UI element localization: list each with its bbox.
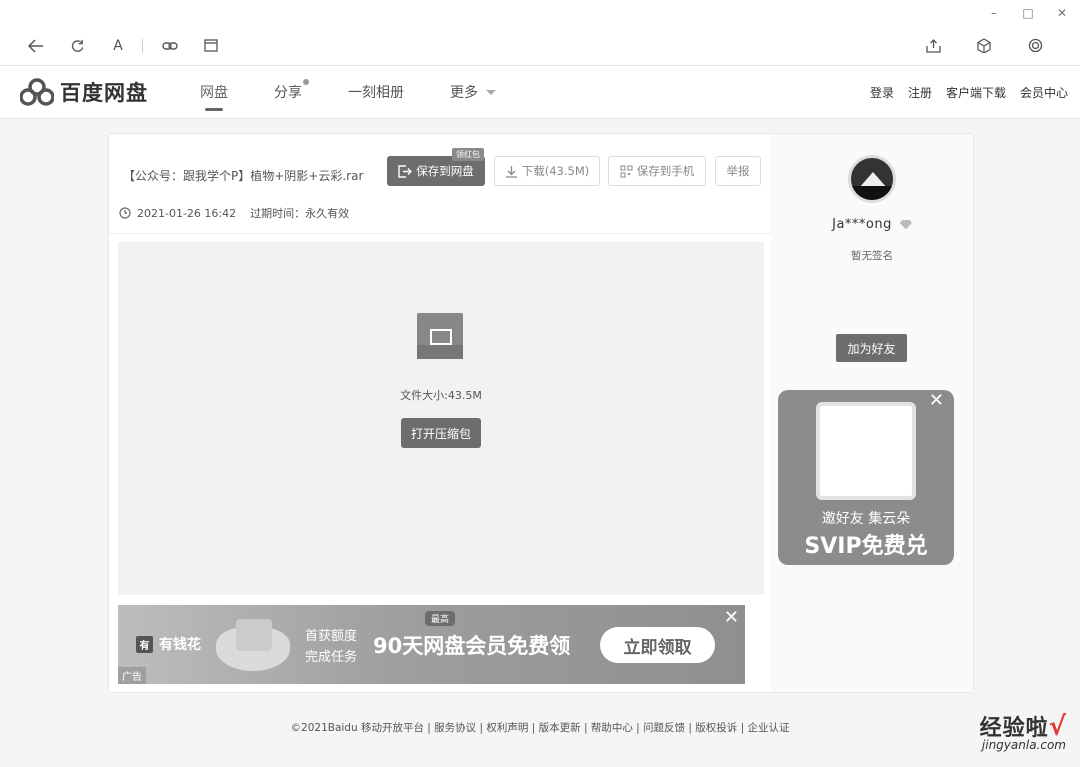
invite-promo[interactable]: 邀好友 集云朵 SVIP免费兑 ✕	[778, 390, 954, 565]
save-to-phone-label: 保存到手机	[636, 164, 695, 178]
watermark-url: jingyanla.com	[981, 738, 1066, 752]
member-center-link[interactable]: 会员中心	[1020, 84, 1068, 101]
save-to-disk-label: 保存到网盘	[416, 164, 474, 178]
close-button[interactable]: ✕	[1056, 6, 1068, 20]
download-button[interactable]: 下载(43.5M)	[494, 156, 600, 186]
ad-brand: 有 有钱花	[136, 634, 201, 654]
ad-illustration	[216, 619, 290, 671]
minimize-button[interactable]: –	[988, 6, 1000, 20]
archive-file-icon	[417, 313, 463, 359]
header-links: 登录 注册 客户端下载 会员中心	[870, 84, 1068, 101]
notification-dot	[303, 78, 309, 85]
clock-icon	[119, 207, 131, 219]
ad-subtitle-line2: 完成任务	[305, 650, 358, 665]
file-meta: 2021-01-26 16:42 过期时间：永久有效	[119, 205, 349, 221]
window-controls: – □ ✕	[0, 0, 1080, 26]
site-header: 百度网盘 网盘 分享 一刻相册 更多 登录 注册 客户端下载 会员中心	[0, 66, 1080, 119]
save-to-disk-button[interactable]: 保存到网盘 领红包	[387, 148, 485, 186]
link-icon[interactable]	[156, 32, 184, 60]
client-download-link[interactable]: 客户端下载	[946, 84, 1006, 101]
window-icon[interactable]	[197, 32, 225, 60]
ad-label: 广告	[118, 667, 146, 684]
vip-diamond-icon	[899, 219, 912, 230]
toolbar-divider	[142, 38, 143, 53]
expire-text: 过期时间：永久有效	[250, 207, 350, 220]
promo-line2: SVIP免费兑	[804, 534, 928, 559]
ad-banner[interactable]: 有 有钱花 首获额度 完成任务 最高 90天网盘会员免费领 立即领取 ✕ 广告	[118, 605, 745, 684]
add-friend-button[interactable]: 加为好友	[836, 334, 907, 362]
file-size: 文件大小:43.5M	[400, 389, 482, 402]
font-size-button[interactable]: A	[104, 32, 132, 60]
save-to-phone-button[interactable]: 保存到手机	[608, 156, 706, 186]
report-button[interactable]: 举报	[715, 156, 761, 186]
nav-item-share-label: 分享	[274, 85, 302, 101]
cloud-logo-icon	[20, 78, 54, 106]
ad-headline: 90天网盘会员免费领	[373, 634, 571, 658]
register-link[interactable]: 注册	[908, 84, 932, 101]
ad-subtitle-line1: 首获额度	[305, 629, 358, 644]
main-nav: 网盘 分享 一刻相册 更多	[200, 66, 542, 119]
maximize-button[interactable]: □	[1022, 6, 1034, 20]
user-sidebar: Ja***ong 暂无签名 加为好友 邀好友 集云朵 SVIP免费兑 ✕	[771, 134, 973, 692]
watermark: 经验啦√ jingyanla.com	[980, 710, 1066, 752]
ad-tag: 最高	[425, 611, 456, 626]
promo-close-icon[interactable]: ✕	[929, 390, 944, 411]
browser-toolbar: A	[0, 26, 1080, 66]
ad-brand-name: 有钱花	[159, 637, 201, 653]
chevron-down-icon	[486, 89, 496, 95]
share-card: 【公众号：跟我学个P】植物+阴影+云彩.rar 2021-01-26 16:42…	[108, 133, 974, 693]
save-icon	[398, 164, 413, 178]
ad-claim-button[interactable]: 立即领取	[600, 627, 715, 663]
nav-item-more-label: 更多	[450, 85, 478, 101]
promo-line1: 邀好友 集云朵	[821, 511, 911, 527]
download-label: 下载(43.5M)	[521, 164, 590, 178]
footer: ©2021Baidu 移动开放平台 | 服务协议 | 权利声明 | 版本更新 |…	[290, 722, 790, 734]
nav-item-share[interactable]: 分享	[274, 66, 309, 119]
open-archive-button[interactable]: 打开压缩包	[401, 418, 481, 448]
back-arrow-icon[interactable]	[22, 32, 50, 60]
qr-code-image	[816, 402, 916, 500]
nav-item-more[interactable]: 更多	[450, 66, 496, 119]
qr-code-icon	[620, 165, 633, 177]
nav-item-album[interactable]: 一刻相册	[348, 66, 404, 119]
settings-icon[interactable]	[1021, 32, 1049, 60]
user-signature: 暂无签名	[851, 250, 893, 262]
share-date: 2021-01-26 16:42	[137, 206, 237, 220]
username-text: Ja***ong	[832, 217, 892, 232]
file-info: 【公众号：跟我学个P】植物+阴影+云彩.rar 2021-01-26 16:42…	[109, 134, 771, 234]
refresh-icon[interactable]	[63, 32, 91, 60]
nav-item-netdisk[interactable]: 网盘	[200, 66, 228, 119]
avatar[interactable]	[848, 155, 896, 203]
file-preview: 文件大小:43.5M 打开压缩包	[118, 242, 764, 595]
logo-text: 百度网盘	[60, 81, 148, 105]
username: Ja***ong	[771, 217, 973, 232]
cube-icon[interactable]	[970, 32, 998, 60]
ad-subtitle: 首获额度 完成任务	[305, 626, 357, 668]
download-icon	[505, 165, 517, 178]
file-name: 【公众号：跟我学个P】植物+阴影+云彩.rar	[123, 169, 364, 183]
red-packet-badge: 领红包	[452, 148, 484, 161]
ad-close-icon[interactable]: ✕	[724, 607, 739, 628]
ad-brand-logo: 有	[136, 635, 153, 653]
login-link[interactable]: 登录	[870, 84, 894, 101]
logo[interactable]: 百度网盘	[20, 77, 148, 107]
share-icon[interactable]	[919, 32, 947, 60]
